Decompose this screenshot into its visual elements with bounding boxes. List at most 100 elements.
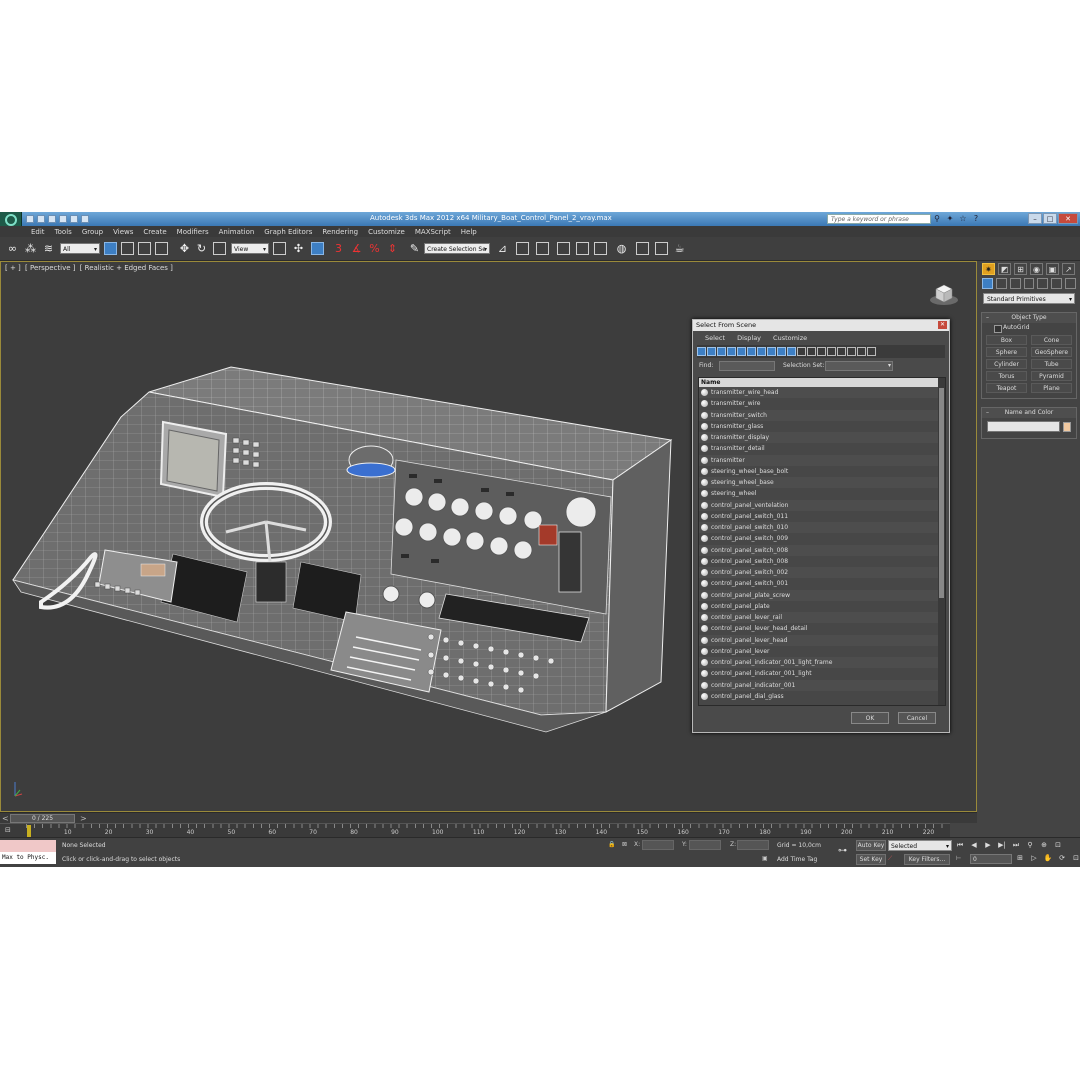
select-object-icon[interactable] xyxy=(104,242,117,255)
scene-object-row[interactable]: control_panel_dial_glass xyxy=(699,691,945,702)
tube-button[interactable]: Tube xyxy=(1031,359,1072,369)
filter-helpers-icon[interactable] xyxy=(737,347,746,356)
utilities-tab-icon[interactable]: ↗ xyxy=(1062,263,1075,275)
next-frame-icon[interactable]: ▶| xyxy=(997,841,1007,850)
scene-object-row[interactable]: control_panel_lever xyxy=(699,646,945,657)
key-mode-icon[interactable]: ⟋ xyxy=(888,855,892,863)
set-key-button[interactable]: Set Key xyxy=(856,854,886,865)
dialog-menu-select[interactable]: Select xyxy=(705,334,725,342)
help-search-input[interactable]: Type a keyword or phrase xyxy=(827,214,931,224)
filter-shapes-icon[interactable] xyxy=(707,347,716,356)
close-icon[interactable]: ✕ xyxy=(1058,213,1078,224)
scene-object-row[interactable]: transmitter_display xyxy=(699,432,945,444)
zoom-all-icon[interactable]: ⊕ xyxy=(1039,841,1049,850)
scene-object-list[interactable]: Name transmitter_wire_head transmitter_wi… xyxy=(698,377,946,706)
edit-named-selection-icon[interactable]: ✎ xyxy=(408,242,421,255)
scene-object-row[interactable]: control_panel_plate xyxy=(699,601,945,612)
create-tab-icon[interactable]: ✷ xyxy=(982,263,995,275)
select-scale-icon[interactable] xyxy=(213,242,226,255)
teapot-button[interactable]: Teapot xyxy=(986,383,1027,393)
cameras-icon[interactable] xyxy=(1023,278,1035,289)
menu-group[interactable]: Group xyxy=(82,228,103,236)
track-bar[interactable]: ⊟ 10 20 30 40 50 60 70 80 90 100 110 120 130 140 150 16… xyxy=(0,823,950,838)
favorites-star-icon[interactable]: ☆ xyxy=(959,214,967,223)
scene-object-row[interactable]: control_panel_switch_010 xyxy=(699,522,945,534)
lock-selection-icon[interactable]: 🔒 xyxy=(608,841,615,848)
object-color-swatch[interactable] xyxy=(1063,421,1071,432)
torus-button[interactable]: Torus xyxy=(986,371,1027,381)
filter-groups-icon[interactable] xyxy=(757,347,766,356)
select-by-name-icon[interactable] xyxy=(121,242,134,255)
scene-object-row[interactable]: control_panel_lever_head xyxy=(699,634,945,646)
time-config-icon[interactable]: ⊞ xyxy=(1015,854,1025,862)
scene-object-row[interactable]: control_panel_switch_011 xyxy=(699,511,945,522)
pivot-center-icon[interactable] xyxy=(273,242,286,255)
maxscript-label[interactable]: Max to Physc. xyxy=(0,852,56,864)
cone-button[interactable]: Cone xyxy=(1031,335,1072,345)
key-mode-toggle-icon[interactable]: ⊢ xyxy=(956,855,961,862)
rectangular-selection-icon[interactable] xyxy=(138,242,151,255)
select-manipulate-icon[interactable]: ✣ xyxy=(292,242,305,255)
mini-curve-editor-icon[interactable]: ⊟ xyxy=(5,826,11,834)
z-coordinate-field[interactable] xyxy=(737,840,769,850)
maximize-viewport-icon[interactable]: ⊡ xyxy=(1071,854,1080,862)
scene-object-row[interactable]: transmitter_wire_head xyxy=(699,387,945,399)
shapes-icon[interactable] xyxy=(995,278,1007,289)
box-button[interactable]: Box xyxy=(986,335,1027,345)
go-to-end-icon[interactable]: ⏭ xyxy=(1011,841,1021,850)
name-and-color-title[interactable]: Name and Color xyxy=(982,408,1076,418)
curve-editor-icon[interactable] xyxy=(576,242,589,255)
scene-object-row[interactable]: control_panel_switch_002 xyxy=(699,567,945,579)
x-coordinate-field[interactable] xyxy=(642,840,674,850)
pyramid-button[interactable]: Pyramid xyxy=(1031,371,1072,381)
motion-tab-icon[interactable]: ◉ xyxy=(1030,263,1043,275)
save-file-icon[interactable] xyxy=(48,215,56,223)
filter-spacewarps-icon[interactable] xyxy=(747,347,756,356)
minimize-icon[interactable]: – xyxy=(1028,213,1042,224)
filter-frozen-icon[interactable] xyxy=(797,347,806,356)
orbit-icon[interactable]: ⟳ xyxy=(1057,854,1067,862)
scene-object-row[interactable]: control_panel_indicator_001 xyxy=(699,679,945,691)
add-time-tag[interactable]: Add Time Tag xyxy=(777,856,817,863)
object-type-title[interactable]: Object Type xyxy=(982,313,1076,323)
cancel-button[interactable]: Cancel xyxy=(898,712,936,724)
menu-edit[interactable]: Edit xyxy=(31,228,45,236)
helpers-icon[interactable] xyxy=(1037,278,1049,289)
percent-snap-icon[interactable]: % xyxy=(368,242,381,255)
sync-selection-icon[interactable] xyxy=(867,347,876,356)
mirror-icon[interactable]: ⊿ xyxy=(496,242,509,255)
play-icon[interactable]: ▶ xyxy=(983,841,993,850)
select-move-icon[interactable]: ✥ xyxy=(178,242,191,255)
dialog-menu-customize[interactable]: Customize xyxy=(773,334,807,342)
maxscript-listener[interactable]: Max to Physc. xyxy=(0,840,56,866)
menu-graph-editors[interactable]: Graph Editors xyxy=(264,228,312,236)
dialog-close-icon[interactable]: ✕ xyxy=(938,321,947,329)
menu-animation[interactable]: Animation xyxy=(219,228,255,236)
undo-icon[interactable] xyxy=(59,215,67,223)
current-frame-marker[interactable] xyxy=(27,825,31,837)
filter-lights-icon[interactable] xyxy=(717,347,726,356)
scene-object-row[interactable]: control_panel_plate_screw xyxy=(699,589,945,601)
menu-maxscript[interactable]: MAXScript xyxy=(415,228,451,236)
name-column-header[interactable]: Name xyxy=(699,378,945,387)
named-selection-sets-dropdown[interactable]: Create Selection Se xyxy=(424,243,490,255)
snaps-toggle-icon[interactable]: 3 xyxy=(332,242,345,255)
scene-object-row[interactable]: transmitter_wire xyxy=(699,398,945,409)
time-slider-handle[interactable]: 0 / 225 xyxy=(10,814,75,823)
primitive-category-dropdown[interactable]: Standard Primitives xyxy=(983,293,1075,305)
scene-object-row[interactable]: control_panel_lever_head_detail xyxy=(699,623,945,634)
scene-object-row[interactable]: transmitter_switch xyxy=(699,409,945,421)
menu-create[interactable]: Create xyxy=(143,228,166,236)
redo-icon[interactable] xyxy=(70,215,78,223)
filter-cameras-icon[interactable] xyxy=(727,347,736,356)
previous-frame-icon[interactable]: ◀ xyxy=(969,841,979,850)
keyboard-shortcut-override-icon[interactable] xyxy=(311,242,324,255)
select-rotate-icon[interactable]: ↻ xyxy=(195,242,208,255)
scene-object-row[interactable]: steering_wheel_base xyxy=(699,477,945,489)
link-icon[interactable]: ∞ xyxy=(6,242,19,255)
time-slider[interactable]: < 0 / 225 > xyxy=(0,812,977,823)
unlink-icon[interactable]: ⁂ xyxy=(24,242,37,255)
reference-coordinate-dropdown[interactable]: View xyxy=(231,243,269,255)
go-to-start-icon[interactable]: ⏮ xyxy=(955,841,965,850)
scene-object-row[interactable]: control_panel_ventelation xyxy=(699,499,945,511)
